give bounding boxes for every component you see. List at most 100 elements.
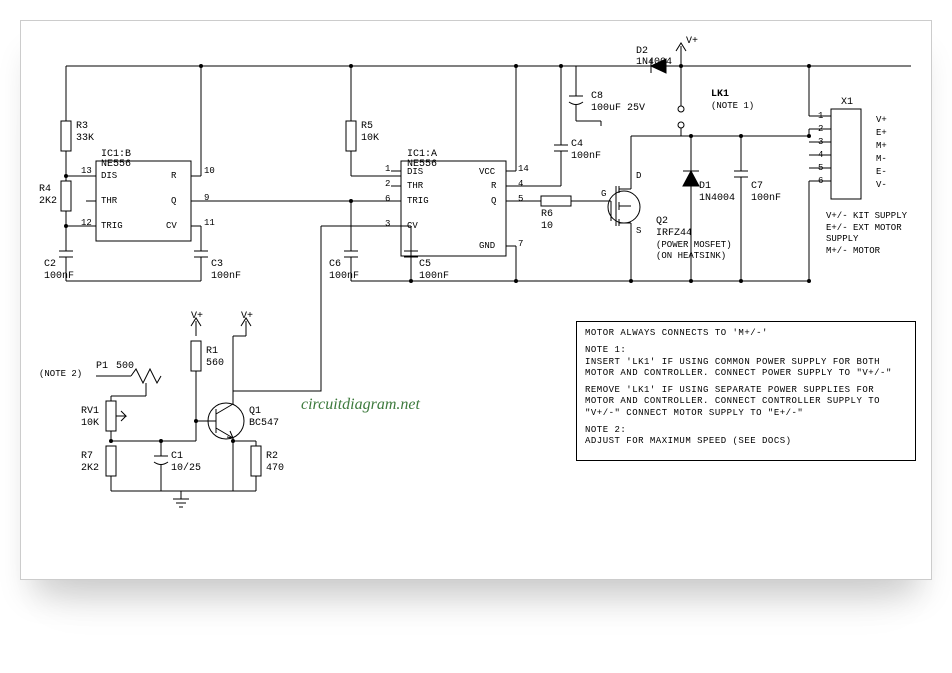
- x1-ref: X1: [841, 97, 853, 109]
- c5-val: 100nF: [419, 271, 449, 283]
- x1-l5: E-: [876, 166, 887, 179]
- q2-n2: (ON HEATSINK): [656, 251, 726, 262]
- note1-a: INSERT 'LK1' IF USING COMMON POWER SUPPL…: [585, 357, 892, 378]
- c4-ref: C4: [571, 139, 583, 151]
- ic1a-dis: DIS: [407, 167, 423, 178]
- pa3: 3: [385, 219, 390, 230]
- ic1b-cv: CV: [166, 221, 177, 232]
- x1-l6: V-: [876, 179, 887, 192]
- x1-p2: 2: [818, 124, 823, 135]
- c3-ref: C3: [211, 259, 223, 271]
- r4-val: 2K2: [39, 196, 57, 208]
- lk1-note: (NOTE 1): [711, 101, 754, 112]
- q2-s: S: [636, 226, 641, 237]
- c7-val: 100nF: [751, 193, 781, 205]
- x1-l2: E+: [876, 127, 887, 140]
- p1-val: 500: [116, 361, 134, 373]
- c1-val: 10/25: [171, 463, 201, 475]
- c1-ref: C1: [171, 451, 183, 463]
- q1-ref: Q1: [249, 406, 261, 418]
- x1-p4: 4: [818, 150, 823, 161]
- r7-val: 2K2: [81, 463, 99, 475]
- legend-2: E+/- EXT MOTOR SUPPLY: [826, 223, 931, 246]
- pa14: 14: [518, 164, 529, 175]
- vplus-r1: V+: [191, 311, 203, 323]
- d1-ref: D1: [699, 181, 711, 193]
- c2-ref: C2: [44, 259, 56, 271]
- pa1: 1: [385, 164, 390, 175]
- x1-l1: V+: [876, 114, 887, 127]
- c5-ref: C5: [419, 259, 431, 271]
- note1-title: NOTE 1:: [585, 345, 626, 355]
- note-header: MOTOR ALWAYS CONNECTS TO 'M+/-': [585, 328, 907, 339]
- x1-p1: 1: [818, 111, 823, 122]
- c2-val: 100nF: [44, 271, 74, 283]
- ic1a-thr: THR: [407, 181, 423, 192]
- ic1b-r: R: [171, 171, 176, 182]
- x1-p6: 6: [818, 176, 823, 187]
- ic1a-cv: CV: [407, 221, 418, 232]
- pa7: 7: [518, 239, 523, 250]
- r2-ref: R2: [266, 451, 278, 463]
- watermark: circuitdiagram.net: [301, 396, 420, 414]
- p1-note: (NOTE 2): [39, 369, 82, 380]
- ic1b-trig: TRIG: [101, 221, 123, 232]
- q2-g: G: [601, 189, 606, 200]
- p1-ref: P1: [96, 361, 108, 373]
- note2-body: ADJUST FOR MAXIMUM SPEED (SEE DOCS): [585, 436, 792, 446]
- r7-ref: R7: [81, 451, 93, 463]
- ic1a-q: Q: [491, 196, 496, 207]
- d1-val: 1N4004: [699, 193, 735, 205]
- r6-val: 10: [541, 221, 553, 233]
- c6-val: 100nF: [329, 271, 359, 283]
- legend-1: V+/- KIT SUPPLY: [826, 211, 931, 223]
- schematic-drawing: IC1:B NE556 DIS THR TRIG R Q CV 13 12 10…: [20, 20, 932, 580]
- pa2: 2: [385, 179, 390, 190]
- r5-ref: R5: [361, 121, 373, 133]
- vplus-q1: V+: [241, 311, 253, 323]
- r1-ref: R1: [206, 346, 218, 358]
- p10: 10: [204, 166, 215, 177]
- ic1a-trig: TRIG: [407, 196, 429, 207]
- c8-ref: C8: [591, 91, 603, 103]
- q1-val: BC547: [249, 418, 279, 430]
- legend-3: M+/- MOTOR: [826, 246, 931, 258]
- r2-val: 470: [266, 463, 284, 475]
- rv1-val: 10K: [81, 418, 99, 430]
- ic1b-q: Q: [171, 196, 176, 207]
- x1-p5: 5: [818, 163, 823, 174]
- pa6: 6: [385, 194, 390, 205]
- ic1a-vcc: VCC: [479, 167, 495, 178]
- p11: 11: [204, 218, 215, 229]
- connector-legend: V+/- KIT SUPPLY E+/- EXT MOTOR SUPPLY M+…: [826, 211, 931, 258]
- pa4: 4: [518, 179, 523, 190]
- ic1a-r: R: [491, 181, 496, 192]
- r5-val: 10K: [361, 133, 379, 145]
- d2-val: 1N4004: [636, 57, 672, 69]
- note2-title: NOTE 2:: [585, 425, 626, 435]
- ic1a-gnd: GND: [479, 241, 495, 252]
- ic1b-dis: DIS: [101, 171, 117, 182]
- x1-l4: M-: [876, 153, 887, 166]
- q2-ref: Q2: [656, 216, 668, 228]
- p13: 13: [81, 166, 92, 177]
- rv1-ref: RV1: [81, 406, 99, 418]
- q2-val: IRFZ44: [656, 228, 692, 240]
- c8-val: 100uF 25V: [591, 103, 645, 115]
- c4-val: 100nF: [571, 151, 601, 163]
- c6-ref: C6: [329, 259, 341, 271]
- p12: 12: [81, 218, 92, 229]
- r6-ref: R6: [541, 209, 553, 221]
- note1-b: REMOVE 'LK1' IF USING SEPARATE POWER SUP…: [585, 385, 907, 419]
- pa5: 5: [518, 194, 523, 205]
- r4-ref: R4: [39, 184, 51, 196]
- lk1-ref: LK1: [711, 89, 729, 101]
- r3-ref: R3: [76, 121, 88, 133]
- r1-val: 560: [206, 358, 224, 370]
- x1-l3: M+: [876, 140, 887, 153]
- c7-ref: C7: [751, 181, 763, 193]
- connector-labels: V+ E+ M+ M- E- V-: [876, 114, 887, 192]
- p9: 9: [204, 193, 209, 204]
- x1-p3: 3: [818, 137, 823, 148]
- vplus-top: V+: [686, 36, 698, 48]
